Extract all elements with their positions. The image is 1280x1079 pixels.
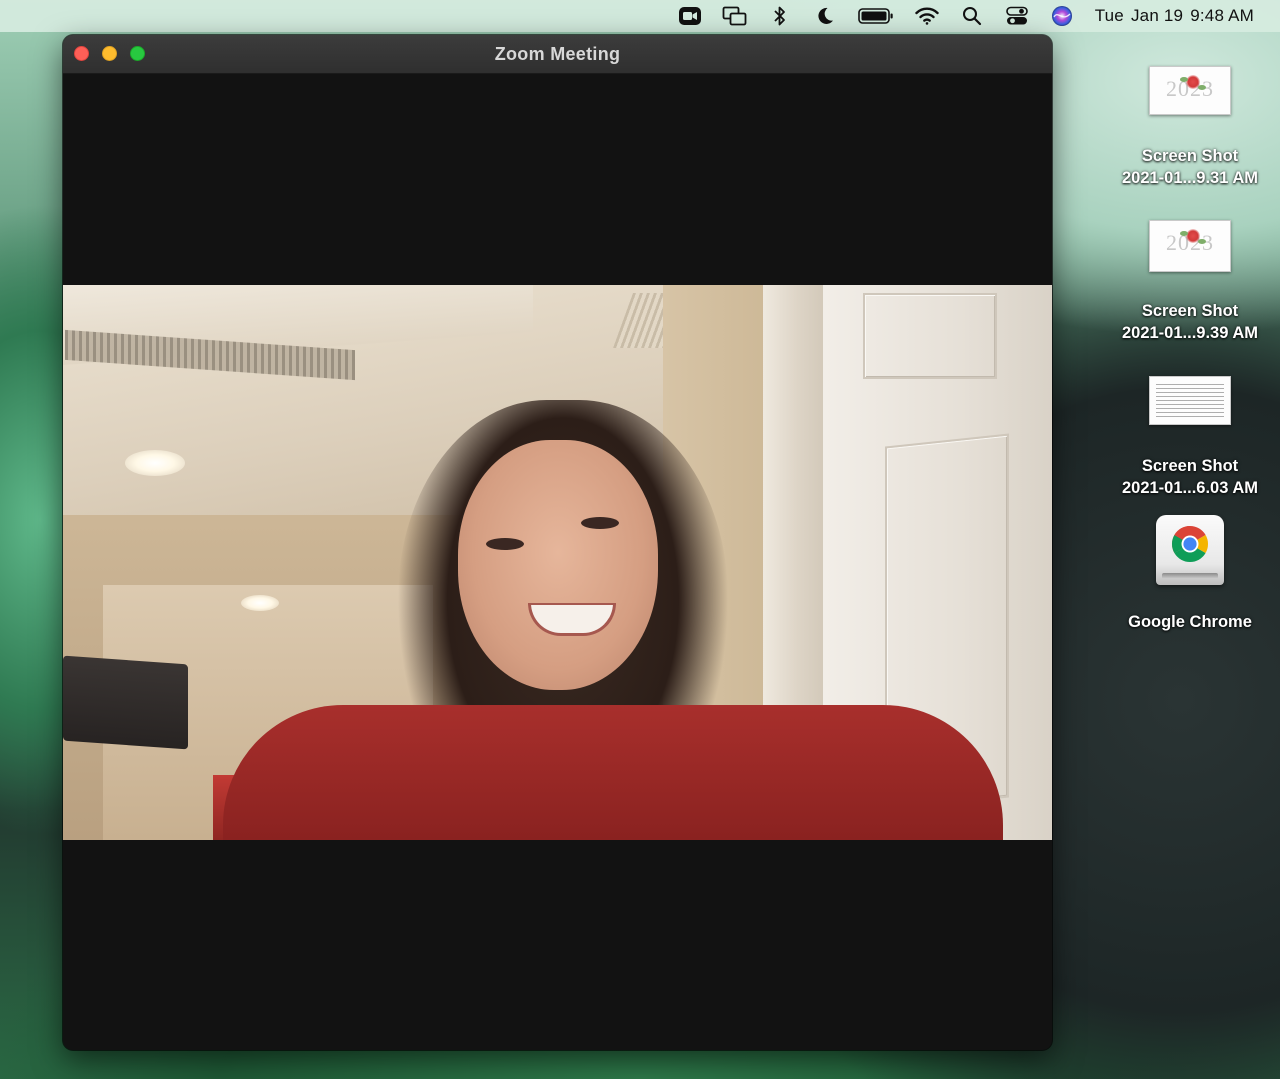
desktop-item-screenshot-2[interactable]: 2023 Screen Shot 2021-01...9.39 AM	[1100, 220, 1280, 344]
screenshot-thumbnail-icon: 2023	[1149, 220, 1231, 272]
label-line-1: Screen Shot	[1141, 457, 1239, 475]
desktop-item-label: Google Chrome	[1128, 611, 1252, 633]
do-not-disturb-moon-icon[interactable]	[812, 5, 838, 27]
clock-day: Tue	[1094, 6, 1124, 25]
desktop-item-label: Screen Shot 2021-01...9.39 AM	[1122, 300, 1258, 344]
leaf-decoration-icon	[1198, 85, 1206, 90]
battery-icon[interactable]	[857, 5, 895, 27]
desktop-item-screenshot-1[interactable]: 2023 Screen Shot 2021-01...9.31 AM	[1100, 66, 1280, 189]
video-ceiling-light-2	[241, 595, 279, 611]
menu-bar: Tue Jan 19 9:48 AM	[0, 0, 1280, 32]
label-line-1: Screen Shot	[1141, 302, 1239, 320]
zoom-window-button[interactable]	[130, 46, 145, 61]
document-lines-icon	[1156, 384, 1224, 418]
desktop-item-screenshot-3[interactable]: Screen Shot 2021-01...6.03 AM	[1100, 376, 1280, 499]
control-center-icon[interactable]	[1004, 5, 1030, 27]
chrome-logo-icon	[1171, 526, 1209, 563]
desktop-item-label: Screen Shot 2021-01...9.31 AM	[1122, 145, 1258, 189]
label-line-1: Google Chrome	[1128, 613, 1252, 631]
video-exercise-bike	[63, 655, 188, 750]
leaf-decoration-icon	[1180, 231, 1188, 236]
video-person-face	[458, 440, 658, 690]
label-line-2: 2021-01...6.03 AM	[1121, 479, 1259, 497]
window-title: Zoom Meeting	[494, 43, 621, 64]
traffic-lights	[74, 46, 158, 61]
chrome-drive-icon	[1154, 515, 1226, 593]
drive-slot-icon	[1162, 573, 1218, 579]
clock-time: 9:48 AM	[1190, 6, 1254, 25]
window-titlebar[interactable]: Zoom Meeting	[63, 35, 1052, 74]
leaf-decoration-icon	[1180, 77, 1188, 82]
wifi-icon[interactable]	[914, 5, 940, 27]
siri-icon[interactable]	[1049, 5, 1075, 27]
desktop-item-label: Screen Shot 2021-01...6.03 AM	[1122, 455, 1258, 499]
bluetooth-icon[interactable]	[767, 5, 793, 27]
screenshot-thumbnail-icon: 2023	[1149, 66, 1231, 115]
minimize-window-button[interactable]	[102, 46, 117, 61]
close-window-button[interactable]	[74, 46, 89, 61]
desktop-item-google-chrome[interactable]: Google Chrome	[1100, 515, 1280, 633]
clock-date: Jan 19	[1130, 6, 1184, 25]
leaf-decoration-icon	[1198, 239, 1206, 244]
zoom-meeting-window: Zoom Meeting	[63, 35, 1052, 1050]
video-person-shirt	[223, 705, 1003, 840]
label-line-2: 2021-01...9.31 AM	[1121, 169, 1259, 187]
label-line-1: Screen Shot	[1141, 147, 1239, 165]
screen-mirroring-icon[interactable]	[722, 5, 748, 27]
label-line-2: 2021-01...9.39 AM	[1121, 324, 1259, 342]
zoom-icon[interactable]	[677, 5, 703, 27]
video-person-eye-left	[486, 538, 524, 550]
video-person-eye-right	[581, 517, 619, 529]
video-door-panel	[863, 293, 997, 379]
participant-video[interactable]	[63, 285, 1052, 840]
spotlight-search-icon[interactable]	[959, 5, 985, 27]
video-ceiling-light	[125, 450, 185, 476]
menu-bar-clock[interactable]: Tue Jan 19 9:48 AM	[1095, 6, 1254, 26]
screenshot-thumbnail-icon	[1149, 376, 1231, 425]
